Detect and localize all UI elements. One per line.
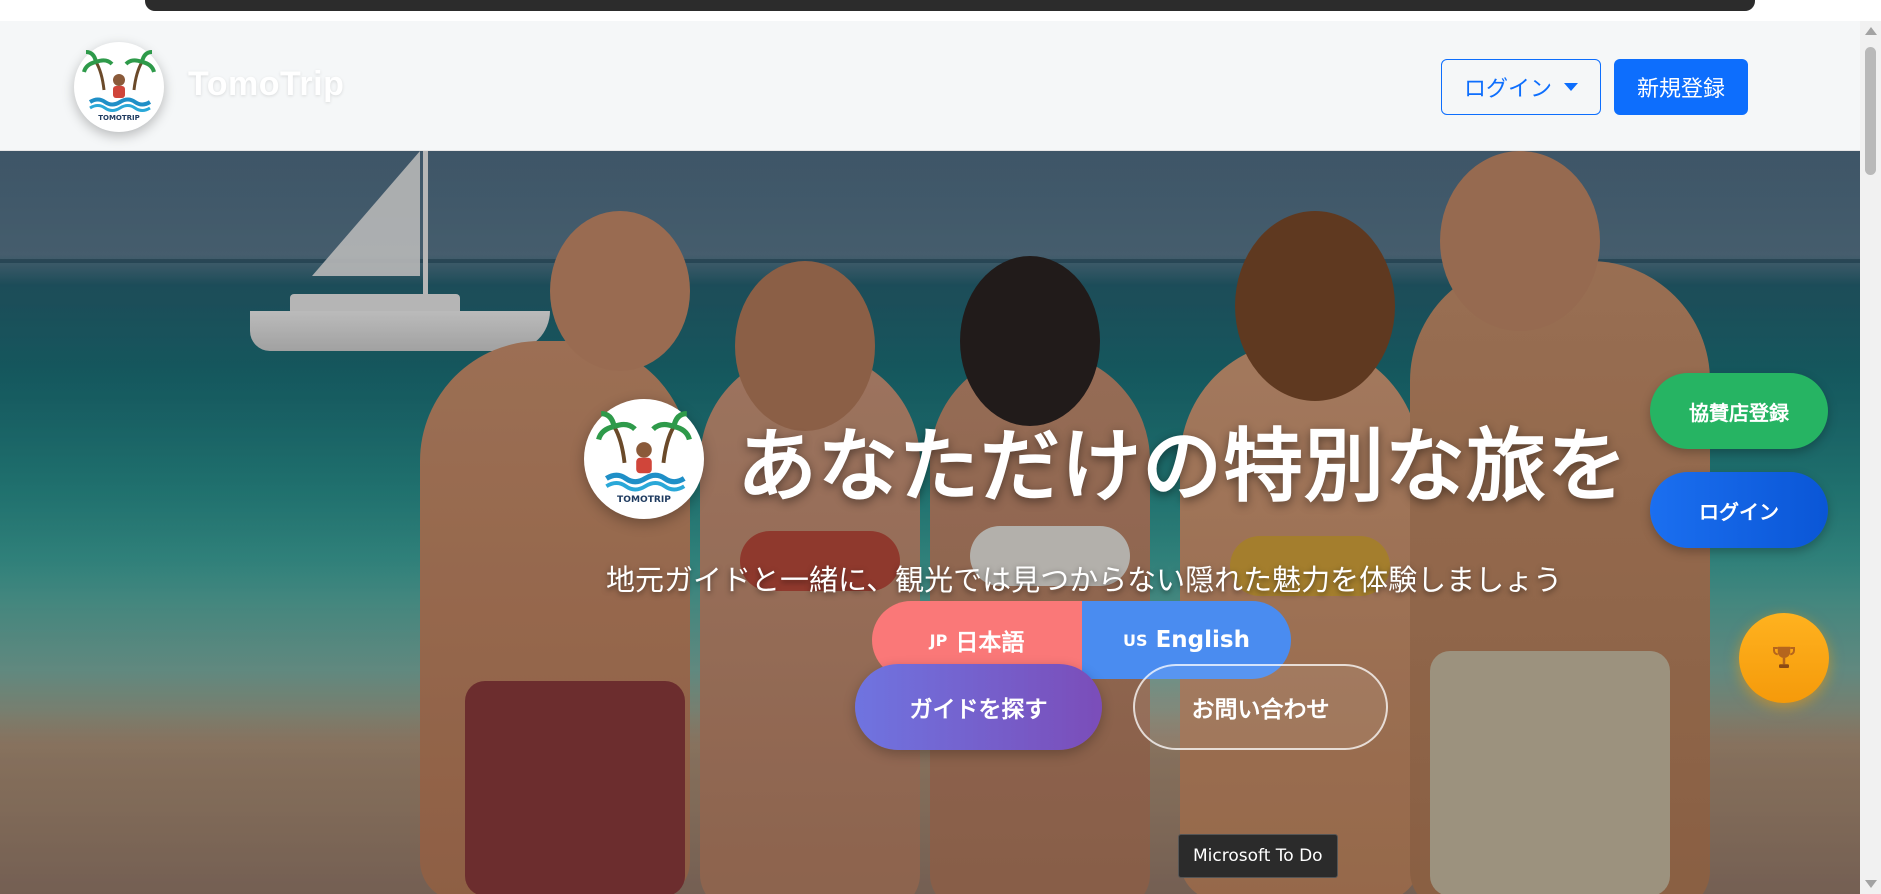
- hero-dark-overlay: [0, 151, 1860, 894]
- hero-logo: TOMOTRIP: [584, 399, 704, 519]
- scroll-up-arrow-icon[interactable]: [1865, 27, 1877, 35]
- jp-flag-icon: JP: [929, 630, 948, 650]
- sponsor-register-button[interactable]: 協賛店登録: [1650, 373, 1828, 449]
- login-dropdown-button[interactable]: ログイン: [1441, 59, 1601, 115]
- lang-en-label: English: [1155, 627, 1250, 653]
- palm-logo-icon: TOMOTRIP: [596, 411, 692, 505]
- svg-text:TOMOTRIP: TOMOTRIP: [617, 495, 671, 505]
- hero-title: あなただけの特別な旅を: [737, 420, 1628, 513]
- caret-down-icon: [1564, 83, 1578, 91]
- login-label: ログイン: [1463, 77, 1552, 102]
- scroll-down-arrow-icon[interactable]: [1865, 880, 1877, 888]
- scroll-thumb[interactable]: [1865, 47, 1876, 175]
- palm-logo-icon: TOMOTRIP: [82, 50, 156, 122]
- trophy-icon: [1773, 646, 1795, 668]
- signup-button[interactable]: 新規登録: [1614, 59, 1748, 115]
- trophy-button[interactable]: [1739, 613, 1829, 703]
- site-header: TOMOTRIP TomoTrip ログイン 新規登録: [0, 21, 1860, 151]
- contact-button[interactable]: お問い合わせ: [1133, 664, 1388, 750]
- side-login-button[interactable]: ログイン: [1650, 472, 1828, 548]
- hero-subtitle: 地元ガイドと一緒に、観光では見つからない隠れた魅力を体験しましょう: [606, 563, 1563, 597]
- us-flag-icon: US: [1123, 630, 1148, 650]
- site-logo[interactable]: TOMOTRIP: [74, 42, 164, 132]
- brand-name[interactable]: TomoTrip: [188, 65, 344, 104]
- lang-jp-label: 日本語: [955, 630, 1025, 656]
- taskbar-tooltip: Microsoft To Do: [1178, 834, 1338, 878]
- find-guide-button[interactable]: ガイドを探す: [855, 664, 1102, 750]
- browser-top-strip: [0, 0, 1881, 21]
- svg-text:TOMOTRIP: TOMOTRIP: [98, 114, 140, 122]
- vertical-scrollbar[interactable]: [1860, 21, 1881, 894]
- page: TOMOTRIP TomoTrip ログイン 新規登録 TOMOTRIP あなた…: [0, 21, 1860, 894]
- hero-section: TOMOTRIP あなただけの特別な旅を 地元ガイドと一緒に、観光では見つからな…: [0, 151, 1860, 894]
- browser-tab-bar: [145, 0, 1755, 11]
